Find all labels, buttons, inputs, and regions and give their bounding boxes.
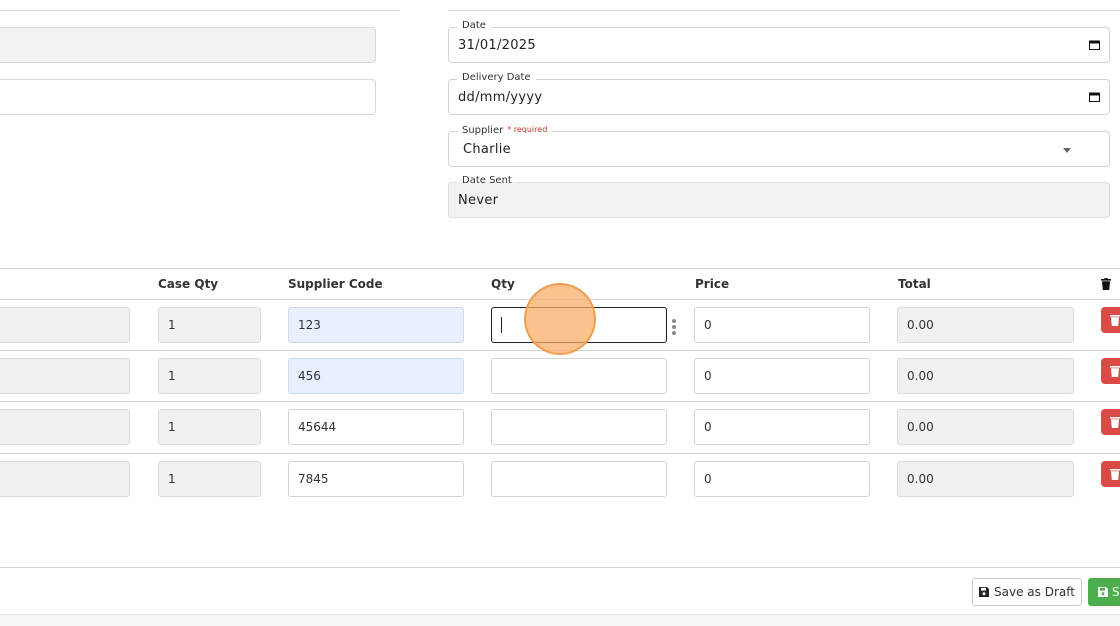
price-input[interactable]: 0 bbox=[694, 409, 870, 445]
trash-icon bbox=[1110, 469, 1120, 480]
date-sent-value: Never bbox=[458, 193, 499, 208]
product-cell bbox=[0, 307, 130, 343]
save-label: S bbox=[1112, 585, 1120, 599]
supplier-code-input[interactable]: 7845 bbox=[288, 461, 464, 497]
floppy-disk-icon bbox=[979, 587, 990, 597]
footer-divider bbox=[0, 567, 1120, 568]
divider bbox=[448, 10, 1120, 11]
readonly-field bbox=[0, 27, 376, 63]
row-divider bbox=[0, 453, 1120, 454]
case-qty-cell: 1 bbox=[158, 358, 261, 394]
product-cell bbox=[0, 409, 130, 445]
row-divider bbox=[0, 401, 1120, 402]
header-price: Price bbox=[695, 277, 730, 291]
total-cell: 0.00 bbox=[897, 409, 1074, 445]
total-cell: 0.00 bbox=[897, 358, 1074, 394]
supplier-code-input[interactable]: 123 bbox=[288, 307, 464, 343]
date-sent-field: Date Sent Never bbox=[448, 173, 1110, 218]
date-sent-label: Date Sent bbox=[457, 173, 517, 189]
text-field[interactable] bbox=[0, 79, 376, 115]
supplier-value: Charlie bbox=[463, 142, 511, 157]
delete-row-button[interactable] bbox=[1101, 358, 1120, 384]
price-input[interactable]: 0 bbox=[694, 358, 870, 394]
chevron-down-icon bbox=[1063, 148, 1071, 153]
floppy-disk-icon bbox=[1098, 587, 1108, 597]
text-caret bbox=[501, 317, 502, 333]
header-supplier-code: Supplier Code bbox=[288, 277, 383, 291]
date-field[interactable]: Date 31/01/2025 bbox=[448, 18, 1110, 63]
page-bottom bbox=[0, 615, 1120, 626]
required-badge: * required bbox=[507, 125, 548, 134]
calendar-icon[interactable] bbox=[1089, 92, 1100, 102]
trash-icon bbox=[1110, 417, 1120, 428]
delivery-date-value: dd/mm/yyyy bbox=[458, 90, 543, 105]
delivery-date-label: Delivery Date bbox=[457, 70, 536, 86]
save-as-draft-label: Save as Draft bbox=[994, 585, 1075, 599]
delivery-date-field[interactable]: Delivery Date dd/mm/yyyy bbox=[448, 70, 1110, 115]
header-case-qty: Case Qty bbox=[158, 277, 219, 291]
header-total: Total bbox=[898, 277, 931, 291]
date-label: Date bbox=[457, 18, 491, 34]
case-qty-cell: 1 bbox=[158, 461, 261, 497]
delete-row-button[interactable] bbox=[1101, 409, 1120, 435]
trash-icon[interactable] bbox=[1101, 278, 1111, 290]
case-qty-cell: 1 bbox=[158, 307, 261, 343]
total-cell: 0.00 bbox=[897, 307, 1074, 343]
divider bbox=[0, 10, 400, 11]
trash-icon bbox=[1110, 366, 1120, 377]
supplier-code-input[interactable]: 456 bbox=[288, 358, 464, 394]
qty-input[interactable] bbox=[491, 461, 667, 497]
date-value: 31/01/2025 bbox=[458, 38, 536, 53]
qty-input[interactable] bbox=[491, 358, 667, 394]
delete-row-button[interactable] bbox=[1101, 307, 1120, 333]
qty-input[interactable] bbox=[491, 409, 667, 445]
price-input[interactable]: 0 bbox=[694, 461, 870, 497]
total-cell: 0.00 bbox=[897, 461, 1074, 497]
header-qty: Qty bbox=[491, 277, 515, 291]
price-input[interactable]: 0 bbox=[694, 307, 870, 343]
product-cell bbox=[0, 461, 130, 497]
more-options-icon[interactable] bbox=[672, 319, 676, 337]
supplier-code-input[interactable]: 45644 bbox=[288, 409, 464, 445]
supplier-select[interactable]: Supplier * required Charlie bbox=[448, 122, 1110, 167]
delete-row-button[interactable] bbox=[1101, 461, 1120, 487]
case-qty-cell: 1 bbox=[158, 409, 261, 445]
supplier-label: Supplier * required bbox=[457, 122, 553, 139]
calendar-icon[interactable] bbox=[1089, 40, 1100, 50]
save-as-draft-button[interactable]: Save as Draft bbox=[972, 578, 1082, 606]
click-indicator bbox=[524, 283, 596, 355]
save-button[interactable]: S bbox=[1088, 578, 1120, 606]
trash-icon bbox=[1110, 315, 1120, 326]
table-top-border bbox=[0, 268, 1120, 269]
supplier-label-text: Supplier bbox=[462, 125, 504, 136]
product-cell bbox=[0, 358, 130, 394]
